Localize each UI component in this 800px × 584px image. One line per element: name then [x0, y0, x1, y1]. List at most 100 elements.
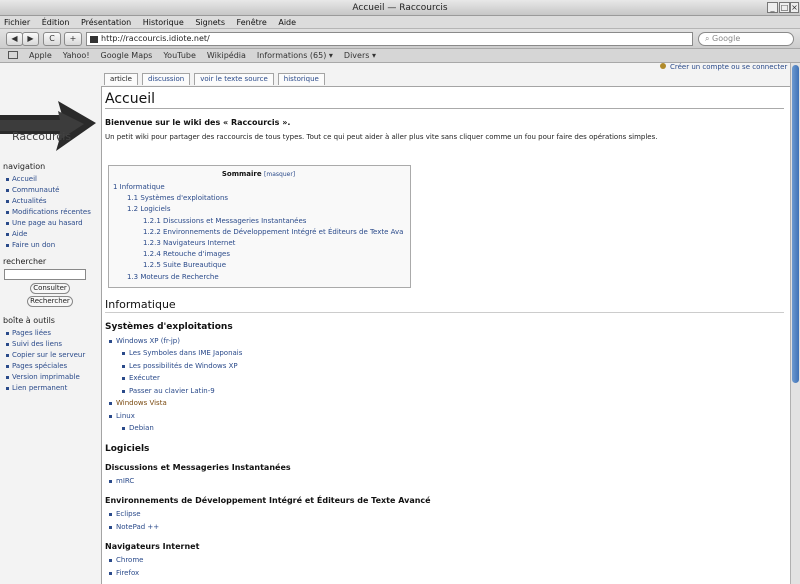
intro-text: Un petit wiki pour partager des raccourc…	[105, 133, 658, 141]
list-item[interactable]: Windows Vista	[105, 397, 790, 410]
tool-link-pages-liees[interactable]: Pages liées	[4, 328, 96, 339]
menu-fenetre[interactable]: Fenêtre	[237, 18, 267, 27]
bookmarks-book-icon[interactable]	[8, 51, 18, 59]
scrollbar-thumb[interactable]	[792, 65, 799, 383]
tool-link-copier[interactable]: Copier sur le serveur	[4, 350, 96, 361]
section-heading-navigateurs: Navigateurs Internet	[105, 542, 200, 552]
menu-signets[interactable]: Signets	[195, 18, 225, 27]
nav-link-accueil[interactable]: Accueil	[4, 174, 96, 185]
menu-fichier[interactable]: Fichier	[4, 18, 30, 27]
list-item[interactable]: Exécuter	[105, 372, 790, 385]
window-title: Accueil — Raccourcis	[352, 3, 448, 13]
reload-button[interactable]: C	[43, 32, 61, 46]
search-field[interactable]: ⌕ Google	[698, 32, 794, 46]
maximize-icon[interactable]: □	[779, 2, 790, 13]
add-bookmark-button[interactable]: +	[64, 32, 82, 46]
toc-header: Sommaire [masquer]	[113, 170, 404, 178]
toc-item[interactable]: 1.2 Logiciels	[113, 204, 404, 215]
bookmarks-bar: Apple Yahoo! Google Maps YouTube Wikipédia In…	[0, 49, 800, 63]
nav-link-actualites[interactable]: Actualités	[4, 196, 96, 207]
tools-title: boîte à outils	[3, 316, 55, 325]
list-item[interactable]: Les Symboles dans IME Japonais	[105, 347, 790, 360]
site-logo-arrow-icon[interactable]	[0, 93, 100, 157]
list-item[interactable]: Debian	[105, 422, 790, 435]
table-of-contents: Sommaire [masquer] 1 Informatique 1.1 Sy…	[108, 165, 411, 288]
toc-item[interactable]: 1.3 Moteurs de Recherche	[113, 272, 404, 283]
bookmark-informations[interactable]: Informations (65) ▾	[257, 51, 333, 60]
menu-aide[interactable]: Aide	[278, 18, 296, 27]
site-logo-text: Raccourcis	[12, 130, 72, 143]
welcome-text: Bienvenue sur le wiki des « Raccourcis »…	[105, 118, 291, 127]
list-item[interactable]: mIRC	[105, 475, 790, 488]
nav-link-modifications[interactable]: Modifications récentes	[4, 207, 96, 218]
login-link[interactable]: Créer un compte ou se connecter	[670, 63, 787, 71]
toc-item[interactable]: 1.2.1 Discussions et Messageries Instant…	[113, 216, 404, 227]
list-item[interactable]: Passer au clavier Latin-9	[105, 385, 790, 398]
navigateurs-list: Chrome Firefox	[105, 554, 790, 579]
address-field[interactable]: http://raccourcis.idiote.net/	[86, 32, 693, 46]
section-heading-environnements: Environnements de Développement Intégré …	[105, 496, 431, 506]
menu-bar: Fichier Édition Présentation Historique …	[0, 16, 800, 29]
tab-article[interactable]: article	[104, 73, 138, 85]
list-item[interactable]: Chrome	[105, 554, 790, 567]
address-value: http://raccourcis.idiote.net/	[101, 34, 210, 43]
search-button[interactable]: Rechercher	[27, 296, 73, 307]
toc-hide-link[interactable]: [masquer]	[264, 171, 295, 178]
bookmark-yahoo[interactable]: Yahoo!	[63, 51, 90, 60]
menu-presentation[interactable]: Présentation	[81, 18, 131, 27]
close-icon[interactable]: ×	[790, 2, 799, 13]
navigation-portlet: navigation Accueil Communauté Actualités…	[0, 162, 100, 251]
list-item[interactable]: Firefox	[105, 567, 790, 580]
search-portlet: rechercher Consulter Rechercher	[0, 257, 100, 307]
consult-button[interactable]: Consulter	[30, 283, 70, 294]
vertical-scrollbar[interactable]	[790, 63, 800, 584]
user-icon	[660, 63, 666, 69]
bookmark-google-maps[interactable]: Google Maps	[101, 51, 153, 60]
section-heading-systemes: Systèmes d'exploitations	[105, 321, 233, 332]
sidebar: Raccourcis navigation Accueil Communauté…	[0, 63, 100, 584]
back-button[interactable]: ◀	[6, 32, 23, 46]
wiki-search-input[interactable]	[4, 269, 86, 280]
toc-item[interactable]: 1.2.4 Retouche d'images	[113, 249, 404, 260]
section-heading-discussions: Discussions et Messageries Instantanées	[105, 462, 291, 472]
list-item[interactable]: Windows XP (fr-jp)	[105, 335, 790, 348]
tool-link-imprimable[interactable]: Version imprimable	[4, 372, 96, 383]
menu-edition[interactable]: Édition	[42, 18, 70, 27]
web-page: Créer un compte ou se connecter Raccourc…	[0, 63, 790, 584]
section-heading-informatique: Informatique	[105, 298, 784, 313]
bookmark-apple[interactable]: Apple	[29, 51, 52, 60]
search-magnifier-icon: ⌕	[705, 34, 713, 43]
tab-source[interactable]: voir le texte source	[194, 73, 274, 85]
toc-item[interactable]: 1.2.3 Navigateurs Internet	[113, 238, 404, 249]
minimize-icon[interactable]: _	[767, 2, 778, 13]
site-favicon-icon	[90, 36, 98, 43]
bookmark-youtube[interactable]: YouTube	[163, 51, 196, 60]
systemes-list: Windows XP (fr-jp) Les Symboles dans IME…	[105, 335, 790, 435]
tool-link-suivi[interactable]: Suivi des liens	[4, 339, 96, 350]
nav-link-don[interactable]: Faire un don	[4, 240, 96, 251]
nav-link-hasard[interactable]: Une page au hasard	[4, 218, 96, 229]
tool-link-speciales[interactable]: Pages spéciales	[4, 361, 96, 372]
nav-link-aide[interactable]: Aide	[4, 229, 96, 240]
tab-discussion[interactable]: discussion	[141, 73, 191, 85]
page-tabs: article discussion voir le texte source …	[104, 73, 329, 86]
toc-item[interactable]: 1.1 Systèmes d'exploitations	[113, 193, 404, 204]
search-placeholder: Google	[712, 34, 741, 43]
nav-link-communaute[interactable]: Communauté	[4, 185, 96, 196]
menu-historique[interactable]: Historique	[143, 18, 184, 27]
toc-item[interactable]: 1 Informatique	[113, 182, 404, 193]
bookmark-divers[interactable]: Divers ▾	[344, 51, 376, 60]
toc-item[interactable]: 1.2.2 Environnements de Développement In…	[113, 227, 404, 238]
list-item[interactable]: NotePad ++	[105, 521, 790, 534]
list-item[interactable]: Les possibilités de Windows XP	[105, 360, 790, 373]
toc-item[interactable]: 1.2.5 Suite Bureautique	[113, 260, 404, 271]
list-item[interactable]: Linux	[105, 410, 790, 423]
list-item[interactable]: Eclipse	[105, 508, 790, 521]
search-title: rechercher	[3, 257, 47, 266]
window-titlebar: Accueil — Raccourcis _ □ ×	[0, 0, 800, 16]
tab-historique[interactable]: historique	[277, 73, 325, 85]
user-links: Créer un compte ou se connecter	[660, 63, 787, 71]
forward-button[interactable]: ▶	[22, 32, 39, 46]
tool-link-permanent[interactable]: Lien permanent	[4, 383, 96, 394]
bookmark-wikipedia[interactable]: Wikipédia	[207, 51, 246, 60]
